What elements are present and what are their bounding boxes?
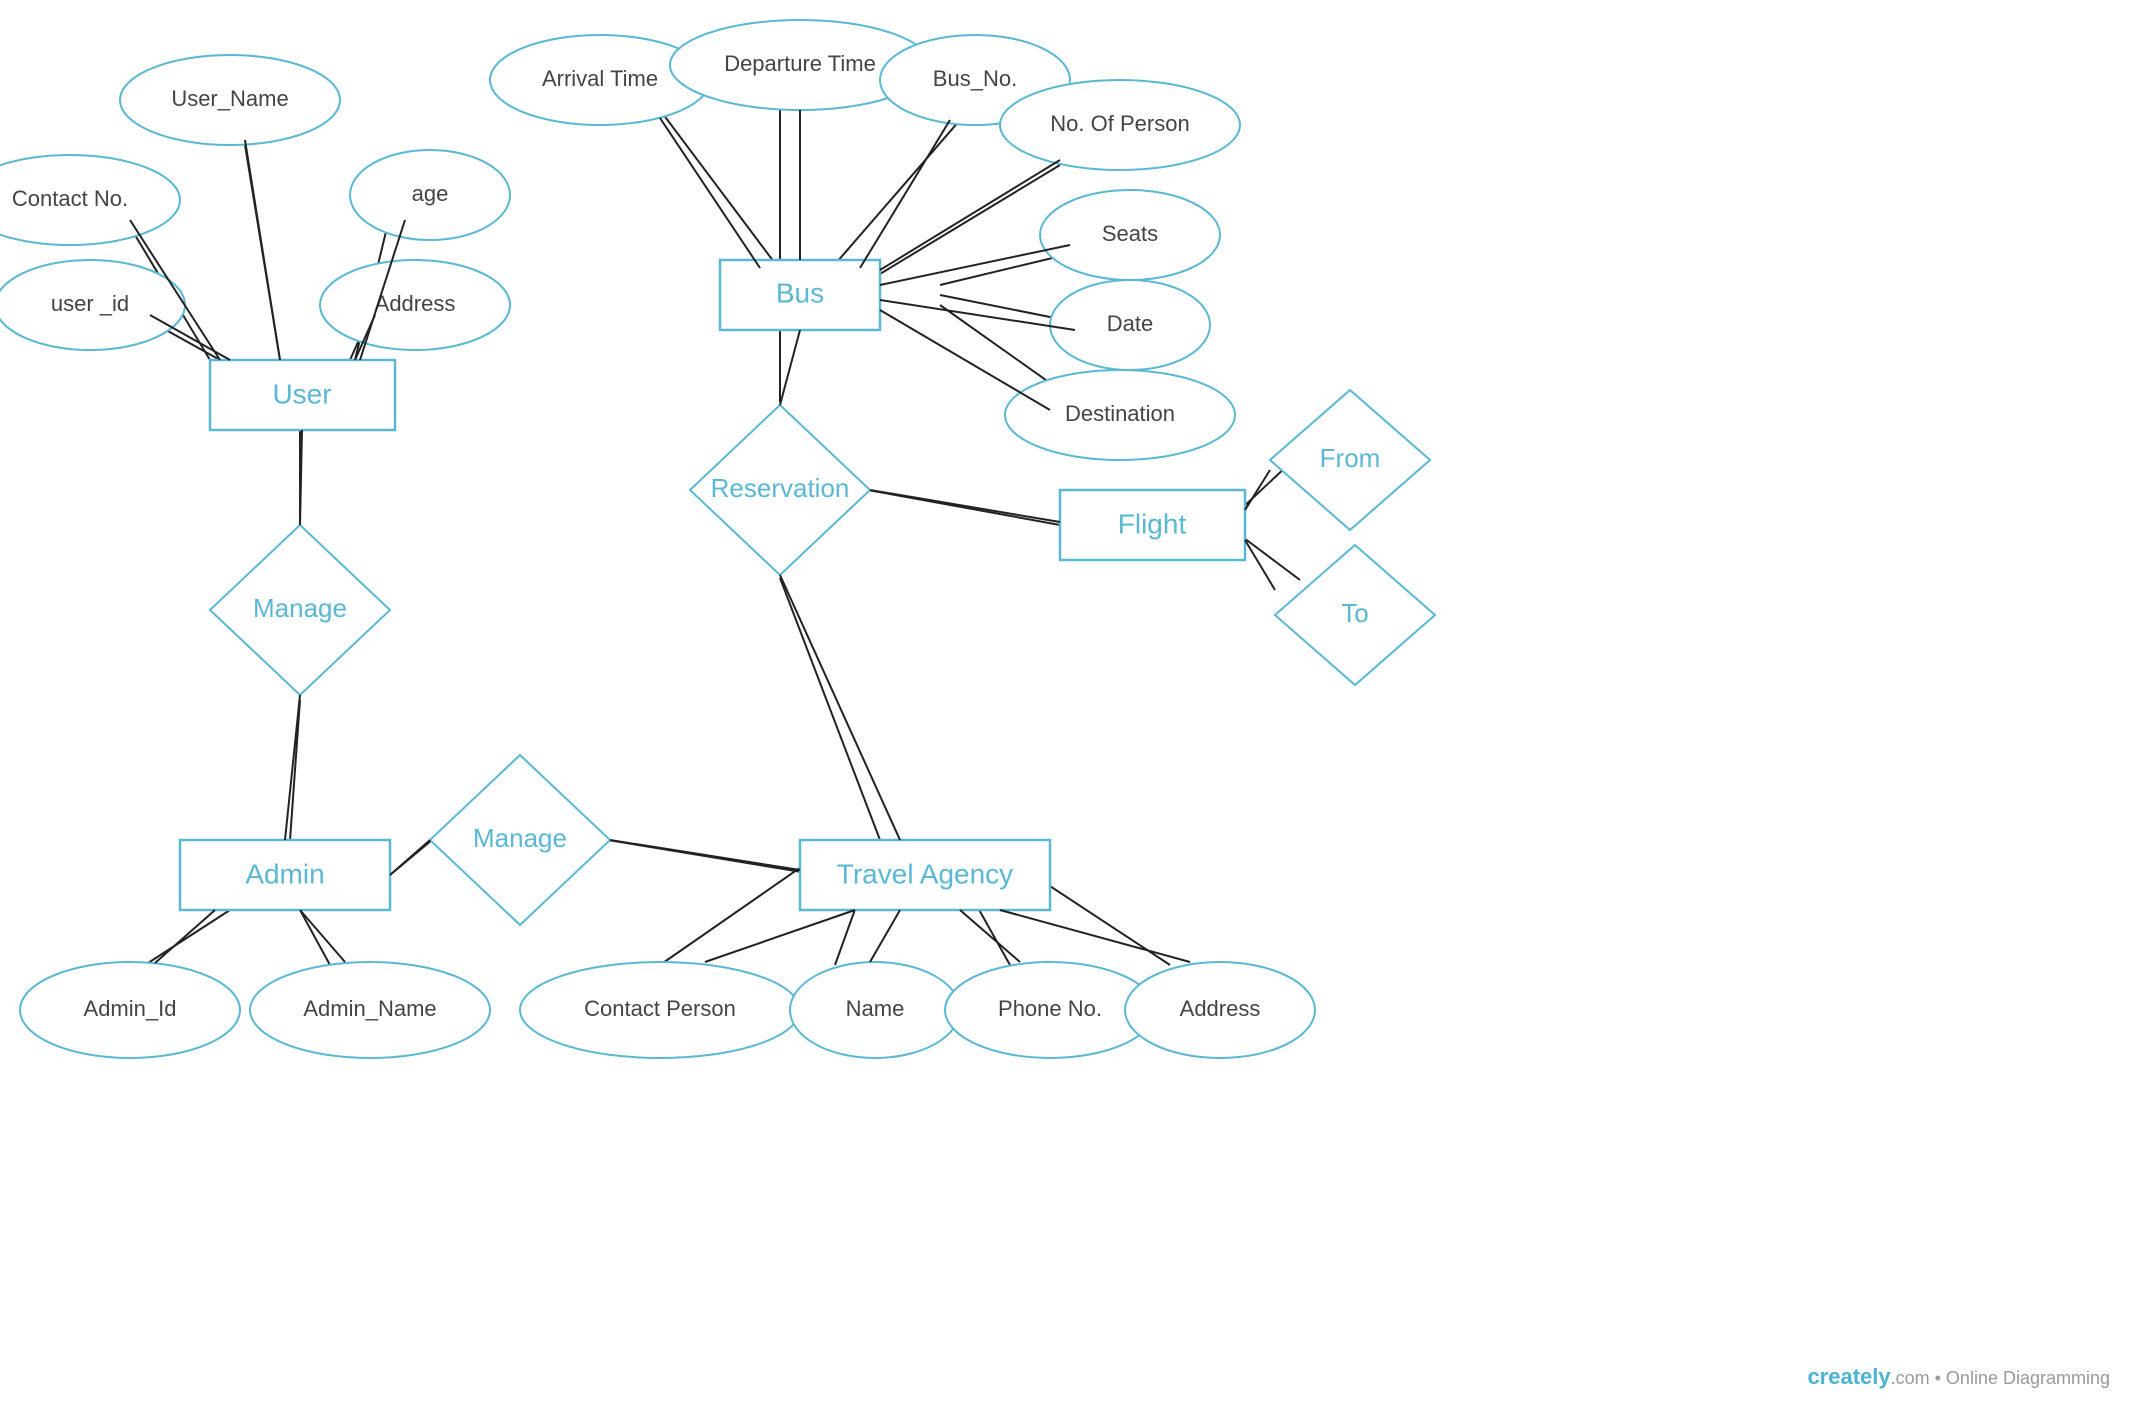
attr-userid-label: user _id	[51, 291, 129, 316]
relationship-to-label: To	[1341, 598, 1368, 628]
attr-name-label: Name	[846, 996, 905, 1021]
attr-seats-label: Seats	[1102, 221, 1158, 246]
attr-adminid-label: Admin_Id	[84, 996, 177, 1021]
attr-noperson-label: No. Of Person	[1050, 111, 1189, 136]
relationship-manage1-label: Manage	[253, 593, 347, 623]
attr-arrivaltime-label: Arrival Time	[542, 66, 658, 91]
attr-departuretime-label: Departure Time	[724, 51, 876, 76]
attr-contactperson-label: Contact Person	[584, 996, 736, 1021]
watermark: creately.com • Online Diagramming	[1807, 1364, 2110, 1390]
relationship-reservation-label: Reservation	[711, 473, 850, 503]
attr-username-label: User_Name	[171, 86, 288, 111]
attr-age-label: age	[412, 181, 449, 206]
attr-address-user-label: Address	[375, 291, 456, 316]
entity-bus-label: Bus	[776, 277, 824, 308]
attr-date-label: Date	[1107, 311, 1153, 336]
relationship-manage2-label: Manage	[473, 823, 567, 853]
entity-travelagency-label: Travel Agency	[837, 858, 1013, 889]
attr-contactno-label: Contact No.	[12, 186, 128, 211]
attr-address-ta-label: Address	[1180, 996, 1261, 1021]
relationship-from-label: From	[1320, 443, 1381, 473]
entity-flight-label: Flight	[1118, 508, 1187, 539]
entity-user-label: User	[272, 378, 331, 409]
attr-destination-label: Destination	[1065, 401, 1175, 426]
attr-busno-label: Bus_No.	[933, 66, 1017, 91]
entity-admin-label: Admin	[245, 858, 324, 889]
attr-phoneno-label: Phone No.	[998, 996, 1102, 1021]
attr-adminname-label: Admin_Name	[303, 996, 436, 1021]
